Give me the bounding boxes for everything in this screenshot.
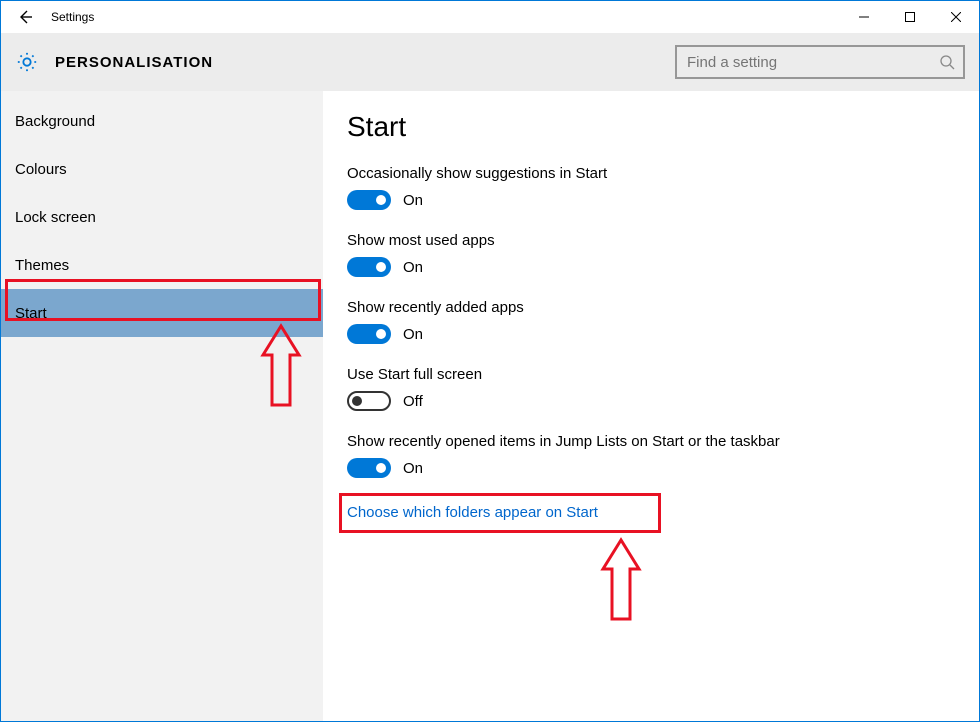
toggle-row: Off: [347, 391, 955, 411]
close-button[interactable]: [933, 1, 979, 33]
toggle-full-screen[interactable]: [347, 391, 391, 411]
toggle-state: On: [403, 192, 423, 209]
setting-jump-lists: Show recently opened items in Jump Lists…: [347, 433, 955, 478]
setting-label: Use Start full screen: [347, 366, 955, 383]
minimize-button[interactable]: [841, 1, 887, 33]
header: PERSONALISATION: [1, 33, 979, 91]
toggle-state: On: [403, 460, 423, 477]
maximize-button[interactable]: [887, 1, 933, 33]
gear-icon: [16, 51, 38, 73]
search-input[interactable]: [685, 53, 939, 72]
toggle-row: On: [347, 324, 955, 344]
section-title: PERSONALISATION: [55, 54, 213, 71]
settings-window: Settings PERSONALISATION: [0, 0, 980, 722]
sidebar-item-background[interactable]: Background: [1, 97, 323, 145]
search-box[interactable]: [675, 45, 965, 79]
toggle-state: Off: [403, 393, 423, 410]
toggle-recently-added[interactable]: [347, 324, 391, 344]
setting-recently-added: Show recently added apps On: [347, 299, 955, 344]
window-title: Settings: [49, 10, 94, 24]
setting-full-screen: Use Start full screen Off: [347, 366, 955, 411]
link-wrap: Choose which folders appear on Start: [347, 500, 955, 525]
setting-label: Occasionally show suggestions in Start: [347, 165, 955, 182]
toggle-state: On: [403, 326, 423, 343]
back-button[interactable]: [1, 1, 49, 33]
sidebar-item-start[interactable]: Start: [1, 289, 323, 337]
minimize-icon: [859, 12, 869, 22]
search-wrap: [675, 45, 965, 79]
sidebar-item-lock-screen[interactable]: Lock screen: [1, 193, 323, 241]
sidebar-item-colours[interactable]: Colours: [1, 145, 323, 193]
toggle-jump-lists[interactable]: [347, 458, 391, 478]
close-icon: [951, 12, 961, 22]
search-icon: [939, 54, 955, 70]
arrow-left-icon: [16, 8, 34, 26]
toggle-row: On: [347, 190, 955, 210]
window-controls: [841, 1, 979, 33]
maximize-icon: [905, 12, 915, 22]
sidebar-item-themes[interactable]: Themes: [1, 241, 323, 289]
toggle-most-used[interactable]: [347, 257, 391, 277]
page-title: Start: [347, 111, 955, 143]
setting-label: Show most used apps: [347, 232, 955, 249]
setting-label: Show recently opened items in Jump Lists…: [347, 433, 955, 450]
content: Start Occasionally show suggestions in S…: [323, 91, 979, 721]
body: Background Colours Lock screen Themes St…: [1, 91, 979, 721]
titlebar: Settings: [1, 1, 979, 33]
setting-suggestions: Occasionally show suggestions in Start O…: [347, 165, 955, 210]
choose-folders-link[interactable]: Choose which folders appear on Start: [347, 500, 598, 525]
toggle-suggestions[interactable]: [347, 190, 391, 210]
setting-label: Show recently added apps: [347, 299, 955, 316]
settings-gear-icon: [13, 51, 41, 73]
toggle-row: On: [347, 257, 955, 277]
toggle-state: On: [403, 259, 423, 276]
setting-most-used: Show most used apps On: [347, 232, 955, 277]
sidebar: Background Colours Lock screen Themes St…: [1, 91, 323, 721]
toggle-row: On: [347, 458, 955, 478]
